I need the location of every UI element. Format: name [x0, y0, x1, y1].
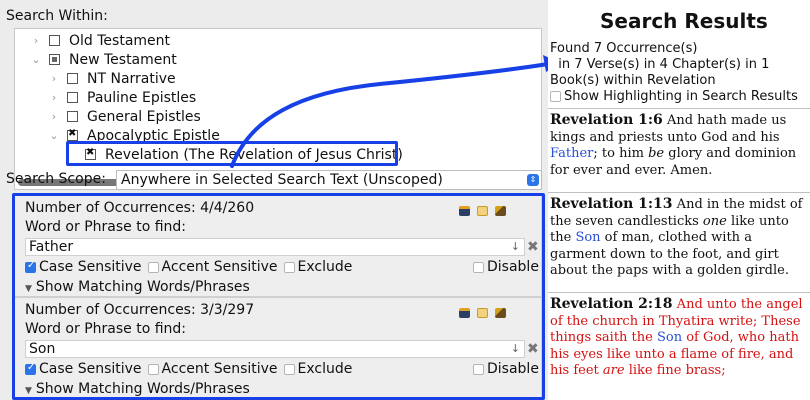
- verse-result[interactable]: Revelation 1:6 And hath made us kings an…: [550, 112, 808, 179]
- verse-text: one: [702, 213, 727, 229]
- show-highlighting-option[interactable]: Show Highlighting in Search Results: [550, 89, 798, 104]
- search-results-pane: Search Results Found 7 Occurrence(s) in …: [548, 0, 810, 400]
- results-count: Found 7 Occurrence(s): [550, 41, 698, 56]
- results-title: Search Results: [600, 9, 768, 33]
- show-highlighting-checkbox[interactable]: [550, 91, 561, 102]
- divider: [548, 192, 810, 193]
- divider: [548, 292, 810, 293]
- show-highlighting-label: Show Highlighting in Search Results: [564, 89, 798, 104]
- search-hit-word: Son: [575, 230, 601, 245]
- divider: [548, 108, 810, 109]
- verse-text: are: [602, 363, 625, 378]
- verse-text: be: [648, 146, 665, 161]
- verse-result[interactable]: Revelation 1:13 And in the midst of the …: [550, 196, 808, 280]
- results-summary: Found 7 Occurrence(s) in 7 Verse(s) in 4…: [550, 41, 810, 89]
- results-scope: in 7 Verse(s) in 4 Chapter(s) in 1 Book(…: [550, 57, 774, 88]
- verse-reference[interactable]: Revelation 1:13: [550, 196, 673, 212]
- verse-text: ; to him: [593, 146, 649, 161]
- search-hit-word: Father: [550, 146, 594, 161]
- verse-result[interactable]: Revelation 2:18 And unto the angel of th…: [550, 296, 808, 380]
- verse-reference[interactable]: Revelation 1:6: [550, 112, 663, 128]
- verse-reference[interactable]: Revelation 2:18: [550, 296, 673, 312]
- verse-text: like fine brass;: [624, 363, 726, 378]
- search-hit-word: Son: [656, 330, 683, 345]
